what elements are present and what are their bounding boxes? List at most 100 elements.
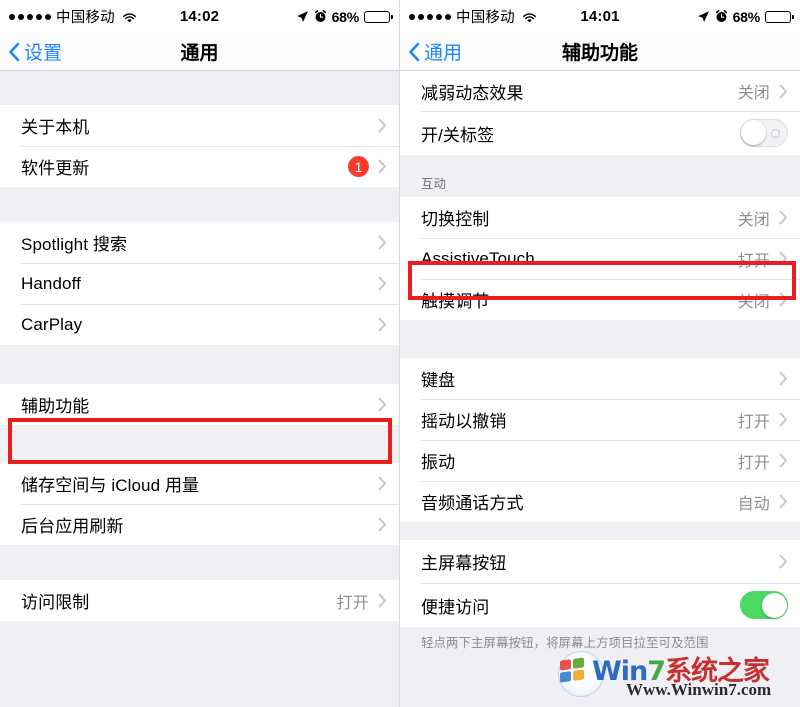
list-item-carplay[interactable]: CarPlay [0, 304, 399, 345]
list-item-accessory [378, 118, 387, 133]
list-item-vibration[interactable]: 振动 打开 [400, 440, 800, 481]
list-item-label: 触摸调节 [421, 292, 490, 311]
reachability-toggle[interactable] [740, 591, 788, 619]
list-item-label: 后台应用刷新 [21, 517, 124, 536]
location-arrow-icon [296, 10, 309, 23]
left-phone-screen: 中国移动 14:02 68% 设置 通用 关于本机 软件更新 1 Spotlig… [0, 0, 400, 707]
carrier-name: 中国移动 [456, 10, 515, 26]
dual-screenshot-comparison: 中国移动 14:02 68% 设置 通用 关于本机 软件更新 1 Spotlig… [0, 0, 800, 707]
settings-group-interaction: 切换控制 关闭 AssistiveTouch 打开 触摸调节 关闭 [400, 197, 800, 320]
list-item-spotlight-search[interactable]: Spotlight 搜索 [0, 222, 399, 263]
back-button-label: 通用 [424, 43, 463, 64]
watermark-brand-win: Win [592, 656, 648, 687]
alarm-clock-icon [715, 10, 728, 23]
list-item-software-update[interactable]: 软件更新 1 [0, 146, 399, 187]
accessibility-list[interactable]: 减弱动态效果 关闭 开/关标签 互动 切换控制 关闭 AssistiveTouc… [400, 71, 800, 652]
list-item-accessory [740, 119, 788, 147]
wifi-icon [522, 11, 537, 23]
list-item-keyboard[interactable]: 键盘 [400, 358, 800, 399]
chevron-right-icon [378, 118, 387, 133]
list-item-label: 振动 [421, 453, 456, 472]
chevron-right-icon [779, 251, 788, 266]
list-item-onoff-labels[interactable]: 开/关标签 [400, 111, 800, 155]
list-item-label: 键盘 [421, 371, 456, 390]
list-item-touch-accommodations[interactable]: 触摸调节 关闭 [400, 279, 800, 320]
list-item-label: 储存空间与 iCloud 用量 [21, 476, 200, 495]
settings-list[interactable]: 关于本机 软件更新 1 Spotlight 搜索 Handoff CarPlay… [0, 71, 399, 661]
list-item-label: 软件更新 [21, 159, 90, 178]
list-item-value: 打开 [737, 454, 770, 472]
list-item-accessory [779, 371, 788, 386]
list-item-label: Handoff [21, 273, 81, 293]
section-spacer [0, 545, 399, 580]
list-item-label: 辅助功能 [21, 397, 90, 416]
list-item-reduce-motion[interactable]: 减弱动态效果 关闭 [400, 71, 800, 111]
status-bar-right: 68% [697, 8, 794, 25]
list-item-home-button[interactable]: 主屏幕按钮 [400, 540, 800, 583]
list-item-accessory: 1 [348, 156, 387, 177]
watermark-url: Www.Winwin7.com [626, 680, 772, 699]
list-item-about[interactable]: 关于本机 [0, 105, 399, 146]
list-item-label: 减弱动态效果 [421, 83, 524, 103]
battery-percentage: 68% [732, 8, 761, 25]
status-bar-left: 中国移动 [409, 6, 697, 27]
right-phone-screen: 中国移动 14:01 68% 通用 辅助功能 减弱动态效果 关闭 开/关标签 互… [400, 0, 800, 707]
list-item-accessibility[interactable]: 辅助功能 [0, 384, 399, 425]
chevron-right-icon [378, 397, 387, 412]
settings-group-device: 关于本机 软件更新 1 [0, 105, 399, 187]
section-spacer [0, 71, 399, 105]
list-item-accessory: 自动 [738, 490, 788, 514]
chevron-right-icon [779, 494, 788, 509]
list-item-value: 关闭 [737, 85, 770, 102]
list-item-accessory: 关闭 [738, 79, 788, 103]
back-button-label: 设置 [24, 43, 63, 64]
status-bar: 中国移动 14:02 68% [0, 0, 399, 33]
chevron-right-icon [779, 453, 788, 468]
list-item-handoff[interactable]: Handoff [0, 263, 399, 304]
navigation-bar: 设置 通用 [0, 33, 399, 71]
list-item-accessory [378, 235, 387, 250]
chevron-right-icon [779, 292, 788, 307]
signal-strength-dots-icon [9, 13, 51, 20]
navigation-bar: 通用 辅助功能 [400, 33, 800, 71]
list-item-assistivetouch[interactable]: AssistiveTouch 打开 [400, 238, 800, 279]
list-item-accessory [779, 554, 788, 569]
chevron-right-icon [378, 476, 387, 491]
watermark-brand: Win7系统之家 [592, 649, 770, 688]
section-spacer [0, 621, 399, 661]
list-item-reachability[interactable]: 便捷访问 [400, 583, 800, 627]
list-item-value: 关闭 [737, 293, 770, 311]
list-item-value: 打开 [737, 413, 770, 431]
list-item-restrictions[interactable]: 访问限制 打开 [0, 580, 399, 621]
list-item-accessory: 打开 [738, 449, 788, 473]
section-spacer [400, 155, 800, 173]
windows-flag-icon [560, 657, 584, 683]
list-item-label: 摇动以撤销 [421, 412, 507, 431]
list-item-accessory: 关闭 [738, 206, 788, 230]
back-button[interactable]: 通用 [400, 38, 462, 65]
list-item-storage-icloud[interactable]: 储存空间与 iCloud 用量 [0, 463, 399, 504]
list-item-accessory: 打开 [337, 589, 387, 613]
settings-group-home-button: 主屏幕按钮 便捷访问 [400, 540, 800, 627]
section-header-interaction: 互动 [400, 173, 800, 197]
site-watermark: Win7系统之家 Www.Winwin7.com [548, 647, 798, 705]
list-item-shake-to-undo[interactable]: 摇动以撤销 打开 [400, 399, 800, 440]
list-item-accessory [378, 276, 387, 291]
list-item-label: CarPlay [21, 314, 83, 334]
status-bar-right: 68% [296, 9, 393, 25]
list-item-switch-control[interactable]: 切换控制 关闭 [400, 197, 800, 238]
chevron-right-icon [378, 593, 387, 608]
list-item-accessory: 打开 [738, 408, 788, 432]
chevron-right-icon [779, 371, 788, 386]
list-item-call-audio-routing[interactable]: 音频通话方式 自动 [400, 481, 800, 522]
section-spacer [0, 187, 399, 222]
alarm-clock-icon [314, 10, 327, 23]
section-footer-note: 轻点两下主屏幕按钮，将屏幕上方项目拉至可及范围 [400, 627, 800, 652]
back-button[interactable]: 设置 [0, 38, 62, 65]
onoff-labels-toggle[interactable] [740, 119, 788, 147]
list-item-background-app-refresh[interactable]: 后台应用刷新 [0, 504, 399, 545]
list-item-accessory [378, 317, 387, 332]
status-bar: 中国移动 14:01 68% [400, 0, 800, 33]
settings-group-input: 键盘 摇动以撤销 打开 振动 打开 音频通话方式 自动 [400, 358, 800, 522]
list-item-accessory [378, 476, 387, 491]
